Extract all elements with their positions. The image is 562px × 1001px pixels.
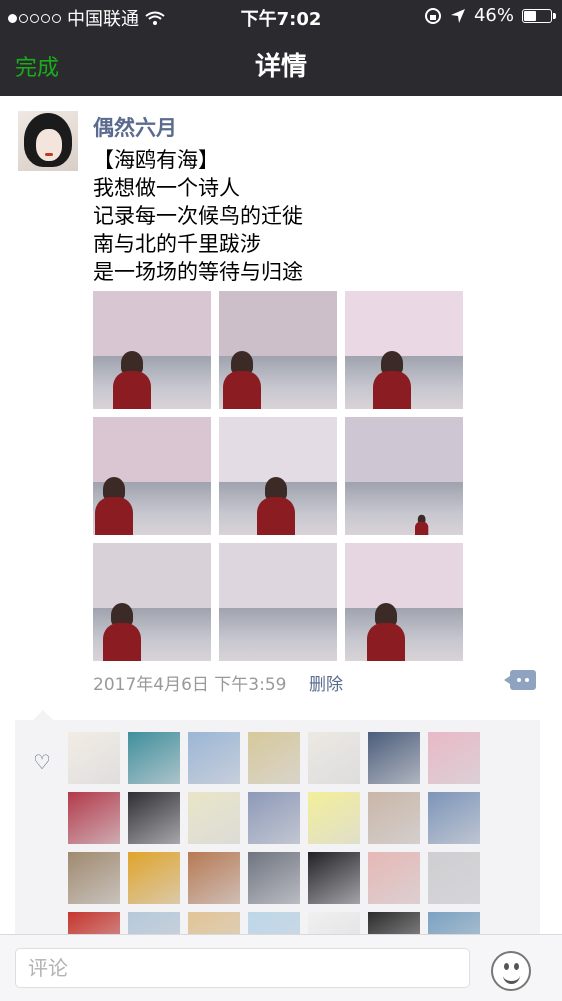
post-timestamp: 2017年4月6日 下午3:59 [93,675,287,695]
liker-avatar[interactable] [428,732,480,784]
post-photo[interactable] [93,543,211,661]
liker-avatar[interactable] [128,792,180,844]
liker-avatar[interactable] [188,852,240,904]
delete-button[interactable]: 删除 [309,670,343,695]
liker-avatar[interactable] [248,852,300,904]
liker-avatar[interactable] [248,732,300,784]
post-text-line: 是一场场的等待与归途 [93,260,303,284]
post-photo[interactable] [93,291,211,409]
status-bar: 中国联通 下午7:02 46% [0,0,562,32]
liker-avatar[interactable] [68,792,120,844]
liker-avatar[interactable] [308,852,360,904]
post-text: 【海鸥有海】 我想做一个诗人 记录每一次候鸟的迁徙 南与北的千里跋涉 是一场场的… [93,146,303,286]
liker-avatar[interactable] [368,732,420,784]
liker-avatar[interactable] [368,852,420,904]
liker-avatar[interactable] [128,852,180,904]
liker-avatar[interactable] [188,792,240,844]
liker-avatar[interactable] [128,732,180,784]
liker-avatar[interactable] [308,732,360,784]
liker-avatar[interactable] [428,792,480,844]
liker-avatar[interactable] [308,792,360,844]
post-text-line: 我想做一个诗人 [93,176,240,200]
battery-icon [522,8,556,23]
heart-icon: ♡ [33,750,51,774]
avatar[interactable] [18,111,78,171]
post-photo[interactable] [219,417,337,535]
page-title: 详情 [254,52,307,82]
post-text-line: 南与北的千里跋涉 [93,232,261,256]
post-text-line: 记录每一次候鸟的迁徙 [93,204,303,228]
comment-bar [0,934,562,1001]
likes-panel: ♡ [15,710,540,964]
post-photo[interactable] [219,543,337,661]
location-icon [450,8,465,23]
liker-avatar[interactable] [428,852,480,904]
liker-avatar[interactable] [188,732,240,784]
comment-menu-icon[interactable] [504,670,536,690]
post-photo[interactable] [345,417,463,535]
emoji-button[interactable] [491,951,531,991]
liker-avatar[interactable] [248,792,300,844]
liker-avatar[interactable] [68,852,120,904]
post-photo[interactable] [93,417,211,535]
top-bar: 中国联通 下午7:02 46% 完成 详情 [0,0,562,96]
post-text-line: 【海鸥有海】 [93,148,219,172]
post-photo[interactable] [345,543,463,661]
post-photo[interactable] [219,291,337,409]
liker-avatar[interactable] [368,792,420,844]
post-username[interactable]: 偶然六月 [93,112,177,142]
liker-avatar[interactable] [68,732,120,784]
comment-input[interactable] [15,948,470,988]
rotation-lock-icon [424,7,441,24]
battery-percent: 46% [473,5,514,26]
post-photo[interactable] [345,291,463,409]
